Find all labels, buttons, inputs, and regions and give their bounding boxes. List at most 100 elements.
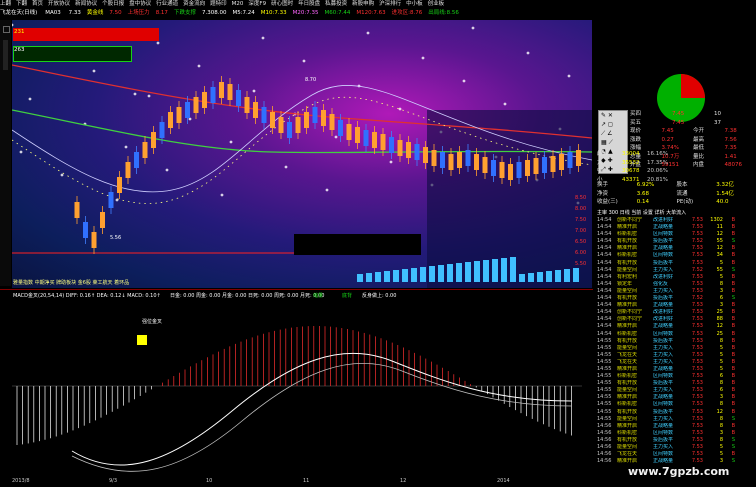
candle-body bbox=[431, 150, 437, 166]
trade-row: 14:55 科新机密 区间特数 7.53 8 B bbox=[597, 401, 735, 408]
info-value: M60:7.44 bbox=[324, 10, 351, 16]
volume-bar bbox=[438, 265, 444, 282]
trade-row: 14:55 精准开启 正战略量 7.53 3 B bbox=[597, 394, 735, 401]
menu-item[interactable]: 首页 bbox=[32, 0, 43, 8]
macd-annotation: 强位金叉 bbox=[142, 319, 163, 325]
candle-body bbox=[108, 192, 114, 208]
volume-bar bbox=[510, 257, 516, 282]
price-tick: 7.50 bbox=[575, 217, 587, 223]
snow-dot bbox=[133, 92, 137, 96]
tabs-row[interactable]: 主审 300 日线 当前 设置 详析 大单流入 bbox=[597, 209, 686, 216]
menu-item[interactable]: 资金流向 bbox=[183, 0, 205, 8]
macd-svg bbox=[12, 326, 582, 472]
trade-row: 14:55 有机开放 投后扳平 7.53 8 B bbox=[597, 337, 735, 344]
snow-dot bbox=[526, 51, 530, 55]
volume-bar bbox=[357, 274, 363, 282]
volume-bar bbox=[528, 273, 534, 282]
menu-item[interactable]: 新闻协议 bbox=[75, 0, 97, 8]
snow-dot bbox=[567, 74, 571, 78]
menu-item[interactable]: M20 bbox=[232, 0, 244, 8]
macd-tag-3: 反身做上: 0.00 bbox=[362, 293, 397, 299]
snow-dot bbox=[252, 89, 256, 93]
quote-row: 涨跌 0.27 最高 7.56 bbox=[630, 136, 737, 143]
shadow-region bbox=[427, 110, 592, 288]
candle-body bbox=[117, 177, 122, 193]
candle-body bbox=[397, 140, 403, 156]
date-tick: 2013/8 bbox=[12, 478, 30, 484]
menu-item[interactable]: 开放协议 bbox=[48, 0, 70, 8]
candle-body bbox=[202, 92, 207, 108]
snow-dot bbox=[28, 97, 32, 101]
volume-bar bbox=[366, 273, 372, 282]
date-tick: 9/3 bbox=[109, 478, 118, 484]
candle-body bbox=[550, 156, 556, 172]
trade-row: 14:54 有机开放 投后扳平 7.52 6 S bbox=[597, 295, 735, 302]
volume-bar bbox=[501, 258, 507, 282]
menu-item[interactable]: 个股日报 bbox=[102, 0, 124, 8]
left-vertical-toolbar[interactable] bbox=[0, 20, 11, 286]
candle-body bbox=[91, 232, 97, 248]
candle-body bbox=[389, 137, 394, 153]
trade-row: 14:54 精准开启 正战略量 7.53 12 B bbox=[597, 323, 735, 330]
trade-row: 14:54 有利宏利 改进利好 7.53 5 B bbox=[597, 273, 735, 280]
menu-item[interactable]: 下翻 bbox=[16, 0, 27, 8]
candle-body bbox=[355, 127, 360, 143]
menu-item[interactable]: 题特印 bbox=[210, 0, 227, 8]
macd-tag-1: 缩量 bbox=[313, 293, 324, 299]
attack-bar bbox=[13, 28, 159, 41]
volume-bar bbox=[519, 274, 525, 282]
candle-body bbox=[482, 157, 488, 173]
snow-dot bbox=[197, 64, 201, 68]
menu-item[interactable]: 中小板 bbox=[406, 0, 423, 8]
flow-row: 超大 33004 16.16% bbox=[597, 151, 668, 157]
candle-body bbox=[329, 114, 335, 130]
candle-body bbox=[559, 154, 564, 170]
menu-item[interactable]: 年日股盘 bbox=[298, 0, 320, 8]
menu-item[interactable]: 沪深排行 bbox=[379, 0, 401, 8]
date-tick: 10 bbox=[206, 478, 213, 484]
menu-item[interactable]: 行业通道 bbox=[156, 0, 178, 8]
support-bar bbox=[13, 46, 132, 62]
menu-item[interactable]: 私募投资 bbox=[325, 0, 347, 8]
candle-body bbox=[440, 152, 445, 168]
candle-body bbox=[185, 102, 190, 118]
snow-dot bbox=[503, 102, 507, 106]
menu-item[interactable]: 新股申购 bbox=[352, 0, 374, 8]
trade-row: 14:56 飞龙在天 区间特数 7.53 5 B bbox=[597, 451, 735, 458]
menu-item[interactable]: 创业板 bbox=[428, 0, 445, 8]
divider bbox=[0, 289, 593, 290]
menu-item[interactable]: 研心图时 bbox=[271, 0, 293, 8]
flow-row: 大 35532 17.35% bbox=[597, 159, 668, 166]
trade-row: 14:54 创新不同宁 改进利好 7.53 25 B bbox=[597, 309, 735, 316]
quote-row: 现价 7.45 今开 7.38 bbox=[630, 128, 737, 134]
candle-body bbox=[525, 160, 530, 176]
macd-chart[interactable] bbox=[12, 291, 592, 481]
tool-strip[interactable] bbox=[3, 40, 8, 70]
bottom-caption: 雅量指数 中期净买 牌助板块 金6股 莱工航天 着环品 bbox=[13, 280, 130, 286]
snow-dot bbox=[398, 107, 402, 111]
snow-dot bbox=[462, 79, 466, 83]
info-value: 7.33 bbox=[68, 10, 81, 16]
volume-bar bbox=[393, 270, 399, 282]
snow-dot bbox=[229, 140, 233, 144]
volume-bar bbox=[555, 270, 561, 282]
watermark: www.7gpzb.com bbox=[628, 465, 730, 478]
indicator-info-bar: 飞龙在天(日线) MA03 7.33 黄金线 7.50 上场压力 8.17 下跌支撑 7.3… bbox=[0, 9, 592, 18]
dea-line bbox=[71, 363, 573, 472]
menu-item[interactable]: 深度F9 bbox=[248, 0, 266, 8]
candle-body bbox=[278, 117, 284, 133]
trade-row: 14:55 能量空间 主力买入 7.53 5 B bbox=[597, 344, 735, 351]
candle-body bbox=[363, 130, 369, 146]
candle-body bbox=[74, 202, 80, 218]
trade-row: 14:55 精准开启 正战略量 7.53 5 B bbox=[597, 365, 735, 372]
volume-bar bbox=[564, 269, 570, 282]
price-tick: 6.00 bbox=[575, 250, 587, 256]
candle-body bbox=[533, 158, 539, 174]
volume-bar bbox=[420, 267, 426, 282]
menu-item[interactable]: 盘中协议 bbox=[129, 0, 151, 8]
info-value: 7.308.00 bbox=[201, 10, 227, 16]
quote-row: 买五 7.45 37 bbox=[630, 119, 721, 126]
chart-title: 飞龙在天(日线) bbox=[0, 10, 38, 16]
expand-icon[interactable] bbox=[3, 26, 10, 33]
menu-item[interactable]: 上翻 bbox=[0, 0, 11, 8]
